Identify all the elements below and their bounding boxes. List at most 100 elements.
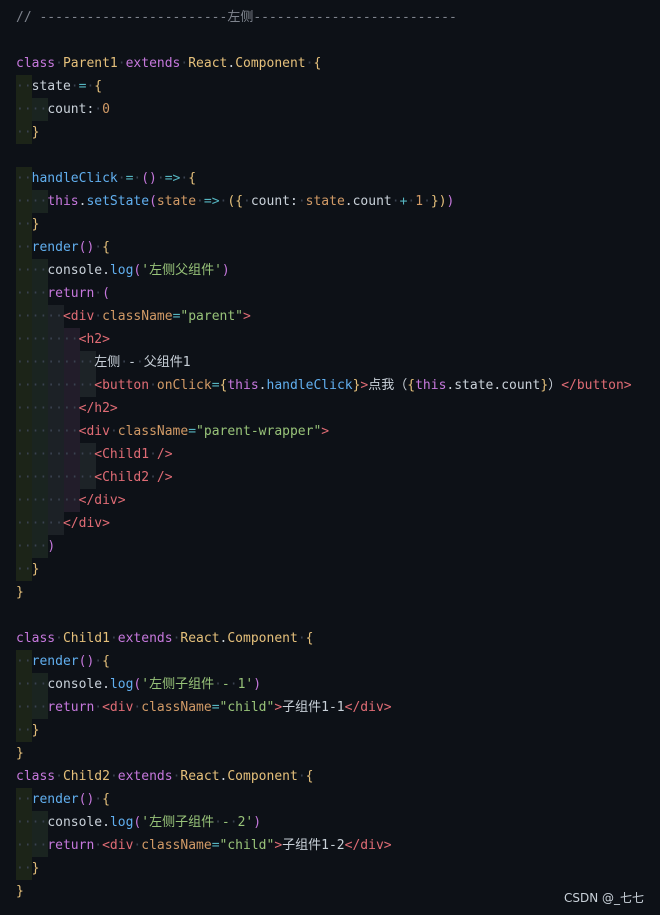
indent-whitespace: ···· — [16, 700, 48, 715]
code-token: '左侧子组件 — [141, 677, 215, 692]
code-token: > — [321, 424, 330, 439]
code-line: ··} — [16, 857, 39, 880]
code-token: · — [94, 309, 103, 324]
code-token: <div — [62, 309, 95, 324]
code-token: class — [16, 769, 56, 784]
code-token: . — [102, 677, 110, 692]
code-text: ··render()·{ — [16, 654, 110, 669]
code-token: console — [47, 263, 103, 278]
code-token: · — [94, 654, 103, 669]
code-text: ··render()·{ — [16, 240, 110, 255]
code-text: ····this.setState(state·=>·({·count:·sta… — [16, 194, 454, 209]
code-token: "child" — [219, 838, 275, 853]
code-token: count — [250, 194, 290, 209]
code-line: } — [16, 581, 24, 604]
indent-whitespace: ·· — [16, 654, 32, 669]
code-line: // ------------------------左侧-----------… — [16, 6, 457, 29]
code-text: ····return·<div·className="child">子组件1-1… — [16, 700, 392, 715]
code-line: ····return·<div·className="child">子组件1-2… — [16, 834, 392, 857]
code-token: · — [196, 194, 204, 209]
indent-whitespace: ·· — [16, 723, 32, 738]
indent-whitespace: ········ — [16, 424, 79, 439]
code-text: ··········<Child2·/> — [16, 470, 173, 485]
code-token: · — [109, 424, 118, 439]
code-token: { — [102, 240, 110, 255]
indent-whitespace: ·· — [16, 217, 32, 232]
code-token: ) — [253, 815, 262, 830]
code-token: · — [55, 56, 63, 71]
code-token: <div — [102, 838, 134, 853]
code-token: state — [305, 194, 345, 209]
code-line: class·Child1·extends·React.Component·{ — [16, 627, 313, 650]
code-token: · — [117, 56, 126, 71]
code-token: <div — [78, 424, 110, 439]
code-token: = — [211, 378, 220, 393]
code-token: { — [235, 194, 244, 209]
code-text: ··state·=·{ — [16, 79, 102, 94]
indent-whitespace: ·· — [16, 240, 32, 255]
indent-whitespace: ·· — [16, 171, 32, 186]
indent-whitespace: ·········· — [16, 378, 95, 393]
code-token: handleClick — [266, 378, 353, 393]
code-token: · — [149, 378, 157, 393]
code-token: · — [94, 700, 103, 715]
code-token: . — [102, 815, 110, 830]
code-token: => — [203, 194, 220, 209]
indent-whitespace: ·········· — [16, 447, 95, 462]
code-token: · — [120, 355, 129, 370]
code-token: className — [102, 309, 173, 324]
code-text: ····console.log('左侧子组件·-·2') — [16, 815, 261, 830]
code-token: · — [135, 355, 144, 370]
code-text: ··········<button·onClick={this.handleCl… — [16, 378, 632, 393]
code-line: ········</h2> — [16, 397, 118, 420]
code-token: console — [47, 677, 103, 692]
code-token: ) — [438, 194, 447, 209]
code-line: ··········左侧·-·父组件1 — [16, 351, 191, 374]
code-token: · — [55, 631, 63, 646]
code-token: } — [31, 723, 40, 738]
code-token: <h2> — [78, 332, 110, 347]
code-line: ······</div> — [16, 512, 110, 535]
code-line: ····) — [16, 535, 55, 558]
code-line: ··} — [16, 121, 39, 144]
code-token: ) — [253, 677, 262, 692]
indent-whitespace: ···· — [16, 815, 48, 830]
code-line: ····return·<div·className="child">子组件1-1… — [16, 696, 392, 719]
code-text: ········<div·className="parent-wrapper"> — [16, 424, 329, 439]
code-token: · — [423, 194, 431, 209]
code-token: - — [128, 355, 136, 370]
code-token: 父组件1 — [143, 355, 191, 370]
indent-whitespace: ·· — [16, 861, 32, 876]
code-token: </div> — [62, 516, 110, 531]
code-token: extends — [125, 56, 181, 71]
code-token: 1 — [415, 194, 424, 209]
code-line: ········</div> — [16, 489, 126, 512]
code-line: ··} — [16, 213, 39, 236]
code-text: ····count:·0 — [16, 102, 110, 117]
code-token: className — [117, 424, 189, 439]
indent-whitespace: ·········· — [16, 355, 95, 370]
code-text: ··········<Child1·/> — [16, 447, 173, 462]
code-text: } — [16, 746, 24, 761]
code-token: handleClick — [31, 171, 118, 186]
code-token: · — [55, 769, 63, 784]
code-token: /> — [156, 470, 173, 485]
code-token: · — [94, 792, 103, 807]
code-token: · — [70, 79, 79, 94]
code-token: · — [214, 815, 222, 830]
code-editor[interactable]: // ------------------------左侧-----------… — [0, 0, 660, 915]
code-token: · — [94, 286, 103, 301]
code-token: { — [94, 79, 103, 94]
code-token: return — [47, 286, 95, 301]
code-token: · — [117, 171, 126, 186]
indent-whitespace: ·· — [16, 562, 32, 577]
code-token: = — [211, 700, 220, 715]
code-token: · — [229, 815, 238, 830]
code-text: class·Child2·extends·React.Component·{ — [16, 769, 313, 784]
code-text: class·Parent1·extends·React.Component·{ — [16, 56, 321, 71]
code-token: ) — [446, 194, 455, 209]
watermark: CSDN @_七七 — [563, 891, 644, 905]
code-token: { — [188, 171, 197, 186]
code-text: ····console.log('左侧子组件·-·1') — [16, 677, 261, 692]
code-token: this — [227, 378, 259, 393]
